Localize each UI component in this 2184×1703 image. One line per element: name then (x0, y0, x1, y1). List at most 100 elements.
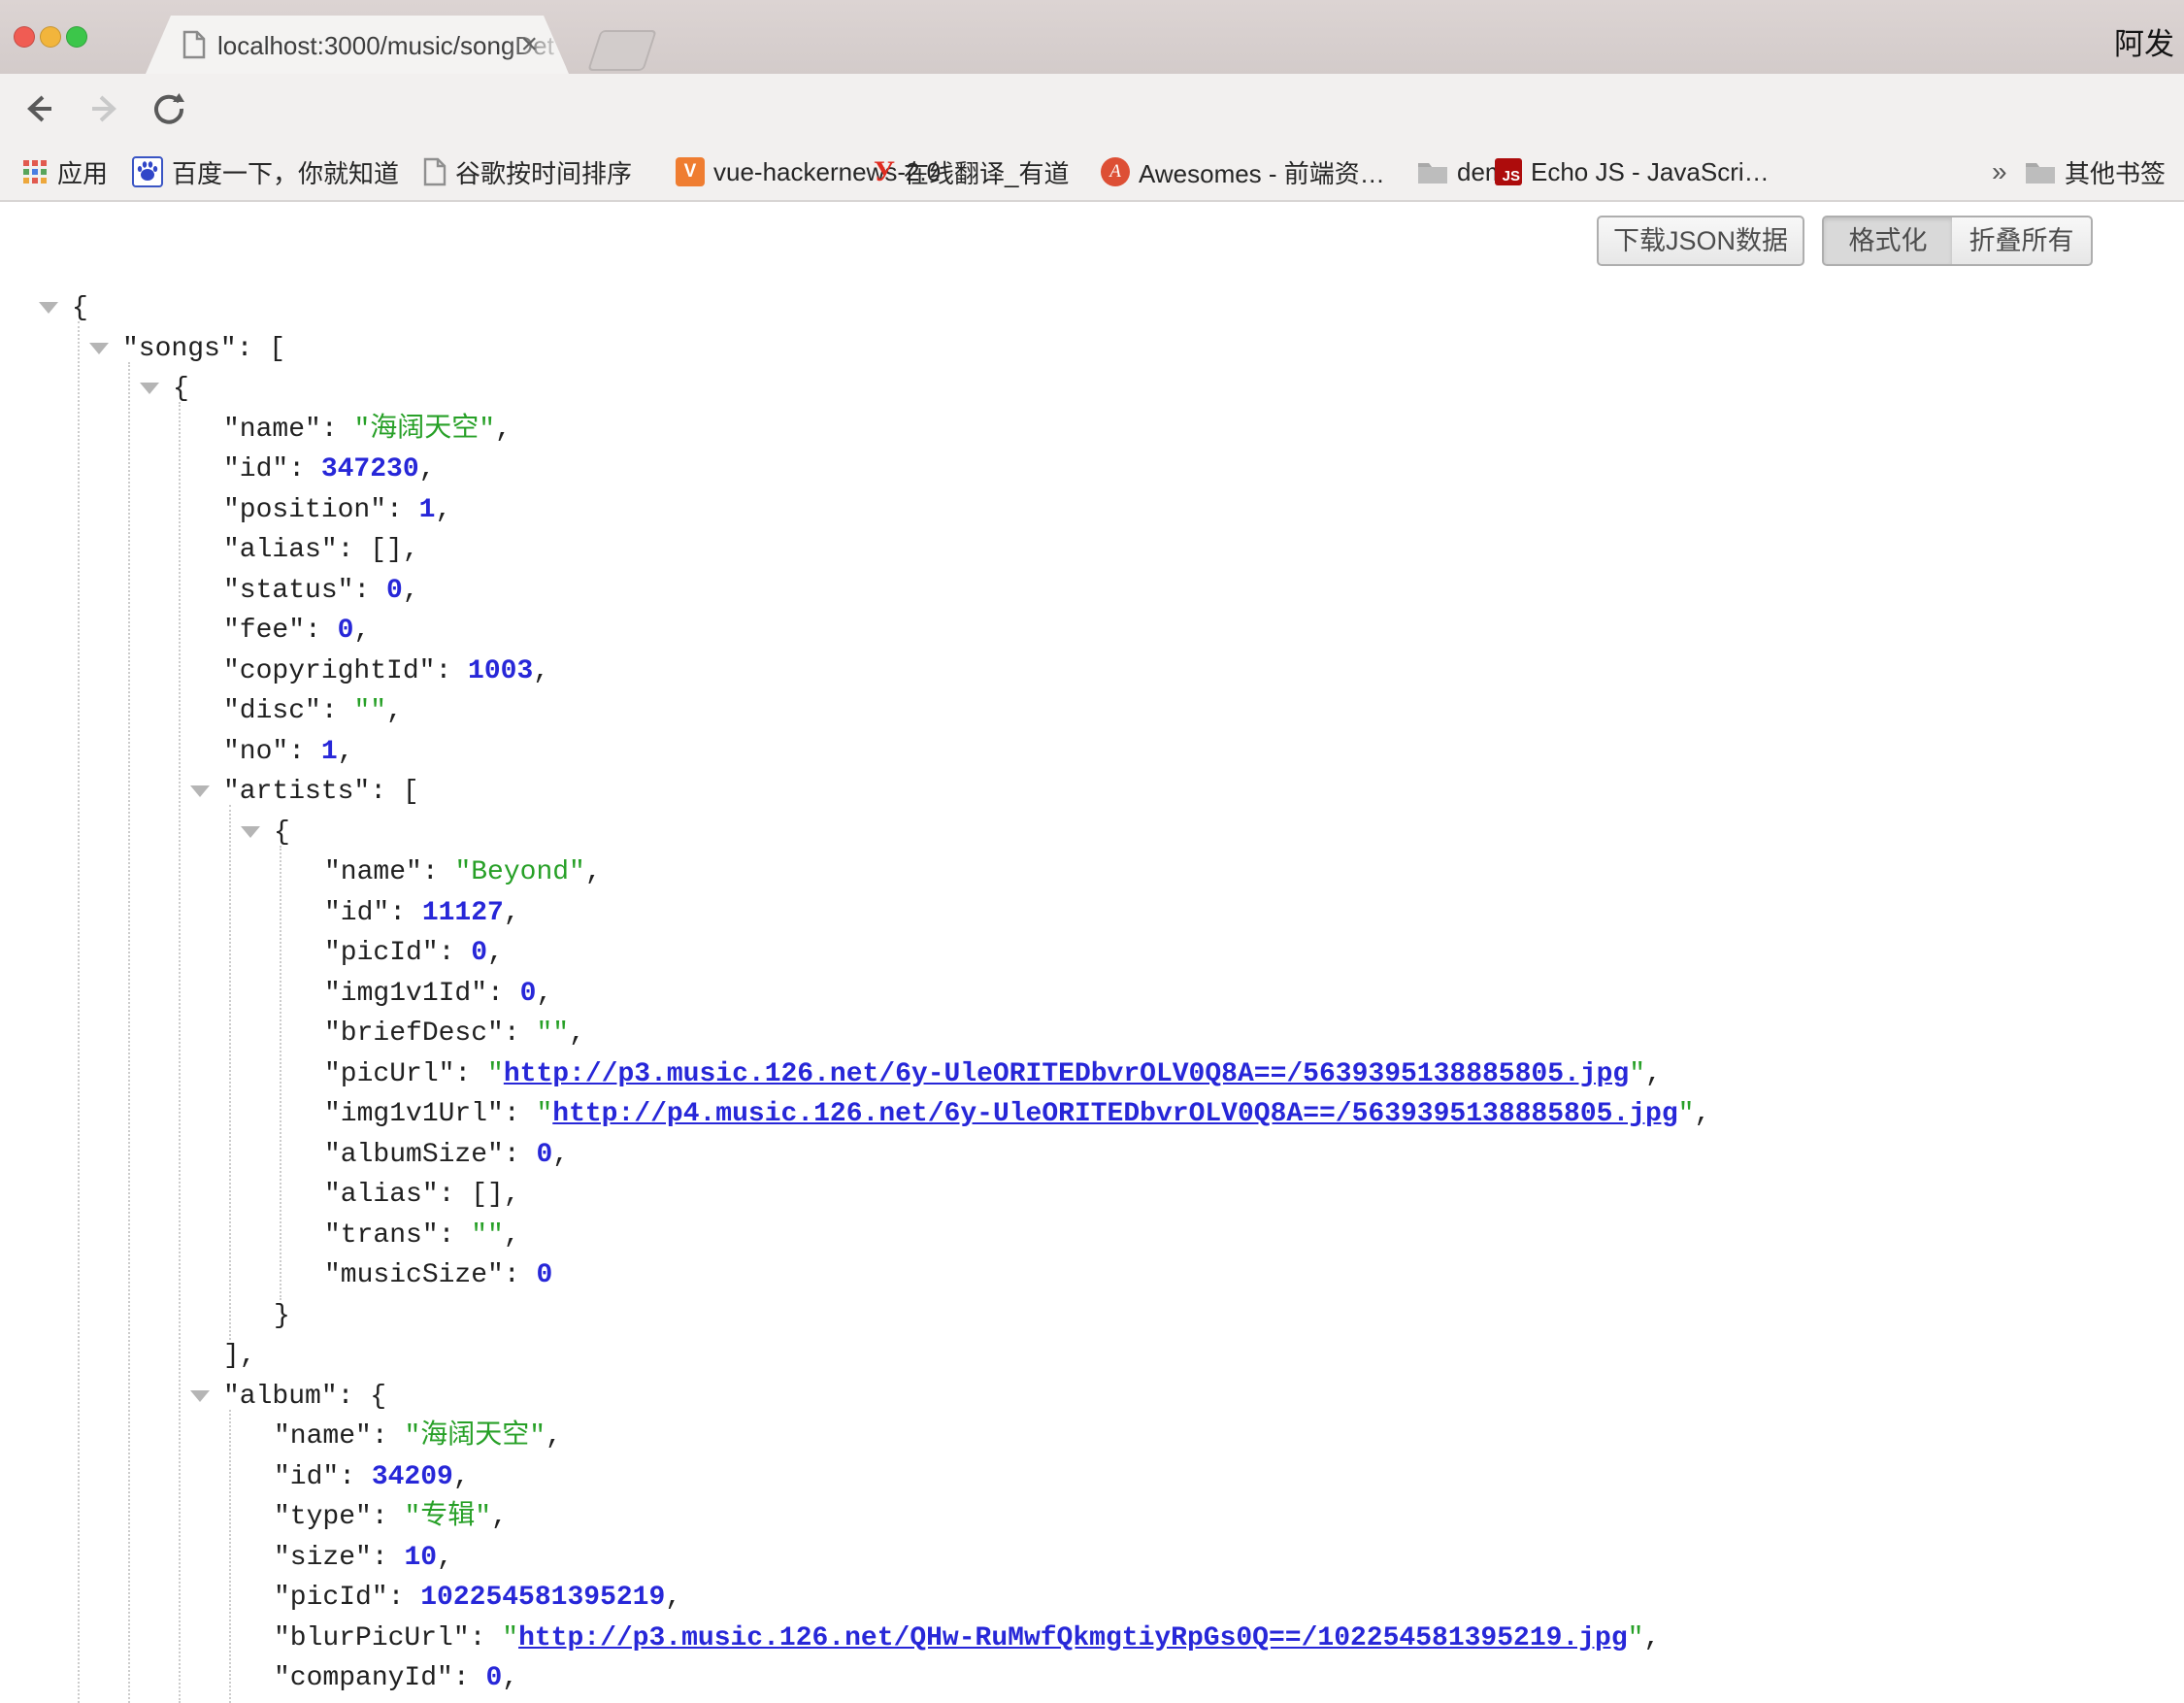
json-token: , (546, 1421, 562, 1452)
json-token: "img1v1Url" (324, 1099, 504, 1129)
json-line: "musicSize": 0 (0, 1255, 2184, 1296)
bookmark-item-youdao[interactable]: У 在线翻译_有道 (874, 144, 1070, 200)
json-url-link[interactable]: http://p4.music.126.net/6y-UleORITEDbvrO… (552, 1099, 1677, 1129)
json-token: "artists" (223, 777, 370, 807)
json-line: "id": 34209, (0, 1457, 2184, 1498)
bookmark-item-google-sort[interactable]: 谷歌按时间排序 (423, 144, 632, 200)
bookmarks-overflow-chevron[interactable]: » (1992, 144, 2007, 200)
json-token: "copyrightId" (223, 656, 435, 686)
json-token: , (437, 1543, 453, 1573)
json-line: "companyId": 0, (0, 1658, 2184, 1699)
json-token: , (504, 1220, 520, 1251)
json-token: , (1694, 1099, 1710, 1129)
json-token: "disc" (223, 696, 321, 726)
json-line: "id": 11127, (0, 893, 2184, 934)
json-token: , (585, 857, 602, 887)
json-token: , (487, 938, 504, 968)
json-token: "name" (324, 857, 422, 887)
collapse-toggle-icon[interactable] (241, 826, 260, 838)
json-token: " (502, 1623, 518, 1653)
bookmark-label: Awesomes - 前端资… (1139, 154, 1385, 190)
json-token: "trans" (324, 1220, 439, 1251)
json-line: "fee": 0, (0, 611, 2184, 651)
json-token: , (1643, 1623, 1660, 1653)
page-icon (423, 157, 447, 186)
new-tab-button[interactable] (587, 30, 657, 71)
json-token: "alias" (223, 535, 338, 565)
bookmark-label: Echo JS - JavaScri… (1531, 157, 1770, 187)
json-token: " (1629, 1059, 1645, 1089)
page-favicon-icon (182, 30, 206, 59)
json-token: 0 (386, 576, 403, 606)
json-token: , (495, 415, 512, 445)
collapse-toggle-icon[interactable] (190, 1390, 210, 1402)
json-line: "trans": "", (0, 1216, 2184, 1256)
json-token: "" (536, 1018, 569, 1049)
bookmark-item-apps[interactable]: 应用 (21, 144, 108, 200)
json-token: "picUrl" (324, 1059, 454, 1089)
json-token: : (435, 656, 468, 686)
bookmark-item-awesomes[interactable]: A Awesomes - 前端资… (1101, 144, 1385, 200)
json-token: , (569, 1018, 585, 1049)
json-line: "name": "海阔天空", (0, 410, 2184, 451)
json-token: 1003 (468, 656, 533, 686)
forward-icon[interactable] (83, 87, 126, 130)
json-line: "img1v1Url": "http://p4.music.126.net/6y… (0, 1094, 2184, 1135)
browser-tab[interactable]: localhost:3000/music/songDet × (146, 16, 569, 74)
bookmark-item-echojs[interactable]: JS Echo JS - JavaScri… (1495, 144, 1770, 200)
json-token: : (388, 1583, 421, 1613)
collapse-toggle-icon[interactable] (190, 785, 210, 797)
json-line: "songs": [ (0, 329, 2184, 370)
other-bookmarks-folder[interactable]: 其他书签 (2025, 144, 2166, 200)
json-token: 0 (520, 979, 537, 1009)
collapse-toggle-icon[interactable] (39, 302, 58, 314)
json-token: : (372, 1421, 405, 1452)
json-token: : (321, 696, 354, 726)
json-token: "img1v1Id" (324, 979, 487, 1009)
json-token: "albumSize" (324, 1140, 504, 1170)
json-line: "albumSize": 0, (0, 1135, 2184, 1176)
json-token: "Beyond" (454, 857, 584, 887)
baidu-paw-icon (132, 156, 163, 187)
json-line: { (0, 369, 2184, 410)
json-token: : (439, 938, 472, 968)
json-token: 34209 (372, 1462, 453, 1492)
json-token: "id" (324, 898, 389, 928)
collapse-toggle-icon[interactable] (140, 383, 159, 394)
json-tree: {"songs": [{"name": "海阔天空","id": 347230,… (0, 202, 2184, 1703)
json-token: 1 (419, 495, 436, 525)
window-close-button[interactable] (14, 26, 35, 48)
window-zoom-button[interactable] (66, 26, 87, 48)
json-token: 10 (404, 1543, 437, 1573)
bookmark-label: 谷歌按时间排序 (455, 154, 632, 190)
json-token: " (536, 1099, 552, 1129)
tab-close-icon[interactable]: × (520, 29, 538, 60)
collapse-toggle-icon[interactable] (89, 343, 109, 354)
json-line: "album": { (0, 1377, 2184, 1418)
json-url-link[interactable]: http://p3.music.126.net/6y-UleORITEDbvrO… (504, 1059, 1629, 1089)
json-token: , (502, 1663, 518, 1693)
json-token: : (453, 1663, 486, 1693)
back-icon[interactable] (17, 87, 60, 130)
bookmark-item-baidu[interactable]: 百度一下，你就知道 (132, 144, 399, 200)
echojs-icon: JS (1495, 158, 1522, 185)
json-token: : (504, 1140, 537, 1170)
json-token: : (389, 898, 422, 928)
json-line: "briefDesc": "", (0, 1014, 2184, 1054)
reload-icon[interactable] (148, 87, 190, 130)
json-token: { (274, 818, 290, 848)
json-token: , (504, 898, 520, 928)
json-token: : (470, 1623, 503, 1653)
youdao-icon: У (874, 155, 895, 188)
json-token: "" (353, 696, 386, 726)
window-minimize-button[interactable] (40, 26, 61, 48)
other-bookmarks-label: 其他书签 (2065, 154, 2166, 190)
json-token: "musicSize" (324, 1260, 504, 1290)
json-token: "fee" (223, 616, 305, 646)
bookmark-label: 应用 (57, 154, 108, 190)
json-token: "size" (274, 1543, 372, 1573)
json-line: "name": "海阔天空", (0, 1417, 2184, 1457)
json-token: : (321, 415, 354, 445)
json-url-link[interactable]: http://p3.music.126.net/QHw-RuMwfQkmgtiy… (518, 1623, 1628, 1653)
json-token: 0 (536, 1260, 552, 1290)
